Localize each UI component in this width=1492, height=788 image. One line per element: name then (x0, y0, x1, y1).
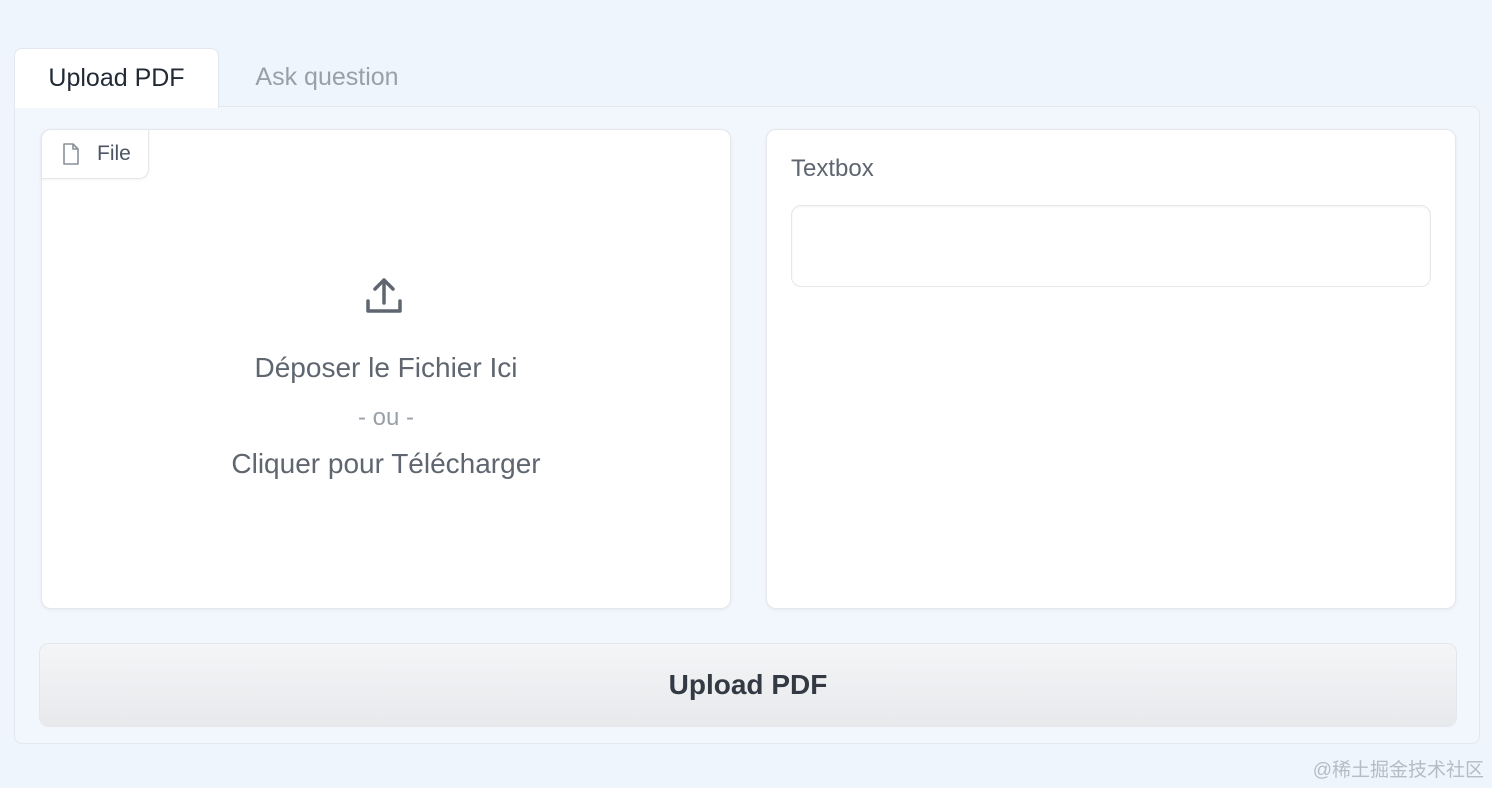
watermark: @稀土掘金技术社区 (1312, 760, 1484, 781)
tab-upload-pdf[interactable]: Upload PDF (14, 48, 219, 108)
click-to-upload-text: Cliquer pour Télécharger (231, 448, 541, 479)
drop-instruction: Déposer le Fichier Ici (254, 352, 518, 383)
upload-pdf-button[interactable]: Upload PDF (39, 643, 1457, 727)
tab-ask-question[interactable]: Ask question (232, 48, 422, 106)
textbox-input[interactable] (791, 205, 1431, 287)
tab-panel-upload-pdf: Déposer le Fichier Ici - ou - Cliquer po… (14, 106, 1480, 744)
file-icon (63, 143, 79, 165)
file-upload-dropzone[interactable]: Déposer le Fichier Ici - ou - Cliquer po… (41, 129, 731, 609)
file-label-text: File (97, 142, 131, 165)
textbox-card: Textbox (766, 129, 1456, 609)
drop-area[interactable]: Déposer le Fichier Ici - ou - Cliquer po… (42, 130, 730, 608)
textbox-label: Textbox (791, 155, 874, 182)
upload-icon (366, 278, 402, 313)
file-label-badge: File (41, 129, 149, 179)
drop-separator: - ou - (357, 404, 414, 431)
